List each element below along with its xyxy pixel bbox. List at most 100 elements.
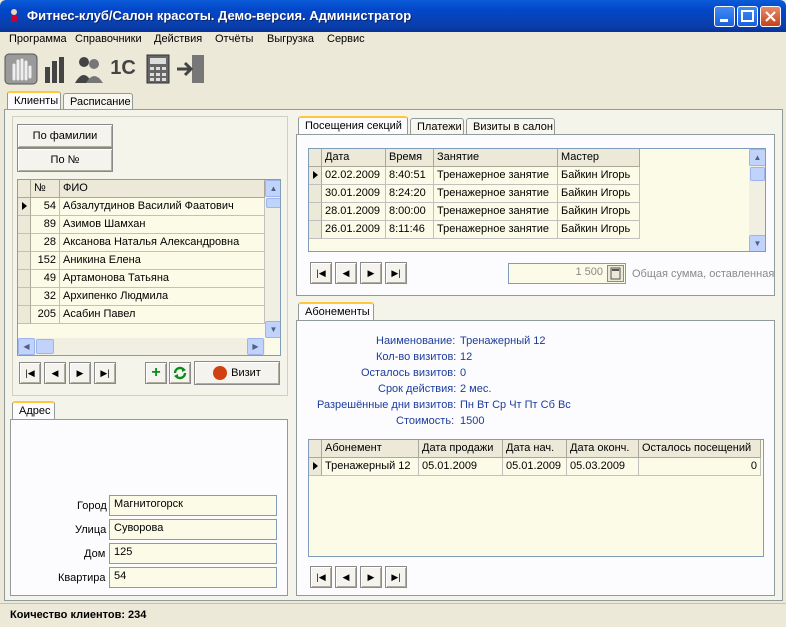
table-row[interactable]: Аксанова Наталья Александровна [60, 234, 265, 252]
menu-service[interactable]: Сервис [327, 33, 365, 45]
table-row[interactable]: 32 [31, 288, 60, 306]
nav-first-icon[interactable]: |◀ [19, 362, 41, 384]
sort-by-number-button[interactable]: По № [17, 148, 113, 172]
column-header-sale-date[interactable]: Дата продажи [419, 440, 503, 458]
table-row[interactable]: Абзалутдинов Василий Фаатович [60, 198, 265, 216]
nav-next-icon[interactable]: ▶ [360, 566, 382, 588]
column-header-start-date[interactable]: Дата нач. [503, 440, 567, 458]
column-header-name[interactable]: ФИО [60, 180, 265, 198]
table-row[interactable]: Тренажерное занятие [434, 203, 558, 221]
column-header-subscription[interactable]: Абонемент [322, 440, 419, 458]
table-row[interactable]: Артамонова Татьяна [60, 270, 265, 288]
clients-vertical-scrollbar[interactable]: ▲ ▼ [265, 180, 280, 338]
calculator-icon[interactable] [607, 265, 624, 282]
column-header-visits-left[interactable]: Осталось посещений [639, 440, 761, 458]
table-row[interactable]: 205 [31, 306, 60, 324]
table-row[interactable]: 02.02.2009 [322, 167, 386, 185]
tab-clients[interactable]: Клиенты [7, 91, 61, 109]
sort-by-surname-button[interactable]: По фамилии [17, 124, 113, 148]
table-row[interactable]: 28 [31, 234, 60, 252]
table-row[interactable]: Архипенко Людмила [60, 288, 265, 306]
nav-prev-icon[interactable]: ◀ [44, 362, 66, 384]
menu-reports[interactable]: Отчёты [215, 33, 253, 45]
house-field[interactable]: 125 [109, 543, 277, 564]
table-row[interactable]: Байкин Игорь [558, 221, 640, 239]
scroll-right-icon[interactable]: ▶ [247, 338, 264, 355]
nav-last-icon[interactable]: ▶| [385, 262, 407, 284]
column-header-time[interactable]: Время [386, 149, 434, 167]
column-header-number[interactable]: № [31, 180, 60, 198]
nav-last-icon[interactable]: ▶| [94, 362, 116, 384]
nav-prev-icon[interactable]: ◀ [335, 262, 357, 284]
minimize-button[interactable] [714, 6, 735, 27]
column-header-date[interactable]: Дата [322, 149, 386, 167]
column-header-activity[interactable]: Занятие [434, 149, 558, 167]
maximize-button[interactable] [737, 6, 758, 27]
scroll-thumb[interactable] [266, 198, 280, 208]
scroll-down-icon[interactable]: ▼ [749, 235, 765, 251]
table-row[interactable]: Байкин Игорь [558, 167, 640, 185]
apartment-field[interactable]: 54 [109, 567, 277, 588]
menu-program[interactable]: Программа [9, 33, 67, 45]
scroll-left-icon[interactable]: ◀ [18, 338, 35, 355]
nav-prev-icon[interactable]: ◀ [335, 566, 357, 588]
table-row[interactable]: 30.01.2009 [322, 185, 386, 203]
column-header-end-date[interactable]: Дата оконч. [567, 440, 639, 458]
exit-icon[interactable] [174, 53, 208, 85]
visit-button[interactable]: Визит [194, 361, 280, 385]
scroll-up-icon[interactable]: ▲ [265, 180, 280, 197]
calculator-icon[interactable] [142, 53, 176, 85]
table-row[interactable]: Байкин Игорь [558, 203, 640, 221]
table-row[interactable]: Азимов Шамхан [60, 216, 265, 234]
nav-last-icon[interactable]: ▶| [385, 566, 407, 588]
scroll-thumb[interactable] [36, 339, 54, 354]
term-value: 2 мес. [460, 383, 492, 395]
table-row[interactable]: Аникина Елена [60, 252, 265, 270]
add-client-icon[interactable]: + [145, 362, 167, 384]
city-field[interactable]: Магнитогорск [109, 495, 277, 516]
refresh-icon[interactable] [169, 362, 191, 384]
close-button[interactable] [760, 6, 781, 27]
nav-next-icon[interactable]: ▶ [360, 262, 382, 284]
table-row[interactable]: 54 [31, 198, 60, 216]
table-row[interactable]: 49 [31, 270, 60, 288]
table-row[interactable]: Тренажерный 12 [322, 458, 419, 476]
nav-first-icon[interactable]: |◀ [310, 262, 332, 284]
table-row[interactable]: 8:40:51 [386, 167, 434, 185]
table-row[interactable]: Тренажерное занятие [434, 185, 558, 203]
nav-first-icon[interactable]: |◀ [310, 566, 332, 588]
column-header-trainer[interactable]: Мастер [558, 149, 640, 167]
menu-export[interactable]: Выгрузка [267, 33, 314, 45]
table-row[interactable]: Асабин Павел [60, 306, 265, 324]
table-row[interactable]: 0 [639, 458, 761, 476]
stop-hand-icon[interactable] [4, 53, 38, 85]
table-row[interactable]: Тренажерное занятие [434, 167, 558, 185]
scroll-down-icon[interactable]: ▼ [265, 321, 280, 338]
table-row[interactable]: 8:00:00 [386, 203, 434, 221]
clients-horizontal-scrollbar[interactable]: ◀ ▶ [18, 338, 265, 355]
table-row[interactable]: 05.01.2009 [503, 458, 567, 476]
table-row[interactable]: Байкин Игорь [558, 185, 640, 203]
nav-next-icon[interactable]: ▶ [69, 362, 91, 384]
onec-icon[interactable]: 1С [106, 53, 140, 85]
menu-references[interactable]: Справочники [75, 33, 142, 45]
scroll-thumb[interactable] [750, 167, 765, 181]
table-row[interactable]: 28.01.2009 [322, 203, 386, 221]
bar-chart-icon[interactable] [40, 53, 74, 85]
table-row[interactable]: Тренажерное занятие [434, 221, 558, 239]
table-row[interactable]: 26.01.2009 [322, 221, 386, 239]
table-row[interactable]: 8:11:46 [386, 221, 434, 239]
scroll-up-icon[interactable]: ▲ [749, 149, 765, 166]
table-row[interactable]: 8:24:20 [386, 185, 434, 203]
table-row[interactable]: 89 [31, 216, 60, 234]
tab-section-visits[interactable]: Посещения секций [298, 116, 408, 134]
tab-address[interactable]: Адрес [12, 401, 55, 419]
table-row[interactable]: 152 [31, 252, 60, 270]
table-row[interactable]: 05.03.2009 [567, 458, 639, 476]
menu-actions[interactable]: Действия [154, 33, 202, 45]
tab-subscriptions[interactable]: Абонементы [298, 302, 374, 320]
street-field[interactable]: Суворова [109, 519, 277, 540]
users-icon[interactable] [72, 53, 106, 85]
table-row[interactable]: 05.01.2009 [419, 458, 503, 476]
visits-vertical-scrollbar[interactable]: ▲ ▼ [749, 149, 765, 251]
